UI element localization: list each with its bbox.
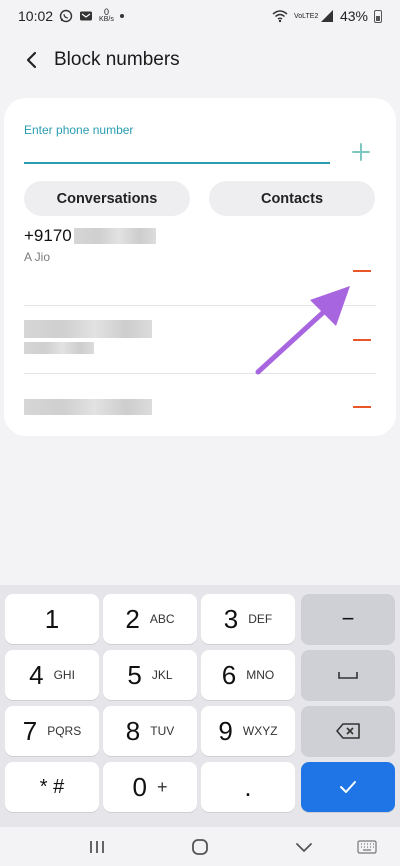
redacted-carrier — [24, 342, 94, 354]
block-numbers-card: Enter phone number Conversations Contact… — [4, 98, 396, 436]
remove-number-button[interactable] — [344, 392, 380, 422]
key-digit: 6 — [221, 659, 237, 690]
status-time: 10:02 — [18, 8, 54, 24]
app-bar: Block numbers — [0, 38, 400, 82]
data-speed-unit: KB/s — [99, 16, 114, 23]
key-4[interactable]: 4 GHI — [5, 650, 99, 700]
key-digit: 0 — [132, 771, 147, 802]
network-label: VoLTE2 — [293, 12, 319, 20]
phone-input-underline — [24, 162, 330, 164]
key-digit: 5 — [127, 659, 142, 690]
contacts-button[interactable]: Contacts — [209, 181, 375, 216]
key-minus[interactable]: − — [301, 594, 395, 644]
key-dot[interactable]: . — [201, 762, 295, 812]
blocked-number-item: +9170 A Jio — [24, 226, 376, 264]
key-letters: DEF — [248, 612, 273, 626]
battery-percent: 43% — [339, 8, 368, 24]
home-icon[interactable] — [188, 835, 212, 859]
redacted-number — [24, 399, 152, 415]
signal-icon — [320, 10, 333, 22]
numeric-keyboard: 1 2 ABC 3 DEF − 4 GHI 5 JKL 6 MNO 7 PQRS… — [0, 585, 400, 827]
status-bar: 10:02 0 KB/s VoLTE2 43% — [0, 0, 400, 32]
key-star-hash[interactable]: * # — [5, 762, 99, 812]
keyboard-icon[interactable] — [355, 835, 379, 859]
add-number-button[interactable] — [349, 140, 373, 164]
message-icon — [80, 11, 93, 21]
key-letters: PQRS — [47, 724, 82, 738]
key-letters: MNO — [246, 668, 275, 682]
key-digit: . — [244, 771, 252, 802]
space-icon — [338, 672, 358, 679]
data-speed: 0 KB/s — [99, 7, 114, 24]
phone-input-label: Enter phone number — [24, 123, 134, 137]
navigation-bar — [0, 827, 400, 866]
blocked-number-item — [24, 399, 376, 415]
status-right: VoLTE2 43% — [272, 8, 382, 24]
key-digit: 2 — [125, 603, 140, 634]
conversations-button[interactable]: Conversations — [24, 181, 190, 216]
data-speed-value: 0 — [103, 7, 109, 17]
chevron-down-icon[interactable] — [292, 835, 316, 859]
key-3[interactable]: 3 DEF — [201, 594, 295, 644]
backspace-icon — [336, 723, 360, 739]
key-backspace[interactable] — [301, 706, 395, 756]
key-5[interactable]: 5 JKL — [103, 650, 197, 700]
notification-dot — [119, 14, 124, 18]
key-letters: GHI — [53, 668, 75, 682]
wifi-icon — [272, 10, 288, 23]
status-left: 10:02 0 KB/s — [18, 8, 124, 24]
battery-icon — [374, 9, 382, 23]
page-title: Block numbers — [54, 49, 180, 70]
minus-icon — [353, 405, 371, 409]
key-7[interactable]: 7 PQRS — [5, 706, 99, 756]
key-digit: 8 — [125, 715, 141, 746]
key-digit: 4 — [29, 659, 44, 690]
back-button[interactable] — [18, 46, 46, 74]
key-2[interactable]: 2 ABC — [103, 594, 197, 644]
plus-icon — [352, 143, 370, 161]
key-letters: WXYZ — [242, 724, 278, 738]
key-letters: + — [156, 776, 168, 797]
blocked-number: +9170 — [24, 226, 376, 246]
key-letters: JKL — [151, 668, 173, 682]
check-icon — [340, 781, 356, 793]
key-digit: 3 — [223, 603, 239, 634]
key-digit: 1 — [44, 603, 60, 634]
key-letters: TUV — [150, 724, 175, 738]
redacted-number — [24, 320, 152, 338]
key-letters: ABC — [149, 612, 175, 626]
key-done[interactable] — [301, 762, 395, 812]
recents-icon[interactable] — [85, 835, 109, 859]
key-9[interactable]: 9 WXYZ — [201, 706, 295, 756]
key-1[interactable]: 1 — [5, 594, 99, 644]
key-6[interactable]: 6 MNO — [201, 650, 295, 700]
minus-icon — [353, 269, 371, 273]
phone-number-input[interactable] — [24, 138, 330, 162]
key-digit: * # — [39, 775, 65, 798]
whatsapp-icon — [59, 9, 73, 23]
back-arrow-icon — [26, 51, 37, 69]
minus-icon: − — [341, 606, 355, 631]
key-space[interactable] — [301, 650, 395, 700]
redacted-number — [73, 228, 156, 244]
key-digit: 9 — [218, 715, 233, 746]
key-digit: 7 — [22, 715, 38, 746]
key-8[interactable]: 8 TUV — [103, 706, 197, 756]
annotation-arrow — [255, 286, 350, 375]
key-0[interactable]: 0 + — [103, 762, 197, 812]
blocked-number-carrier: A Jio — [24, 250, 51, 264]
blocked-number-prefix: +9170 — [24, 226, 72, 245]
